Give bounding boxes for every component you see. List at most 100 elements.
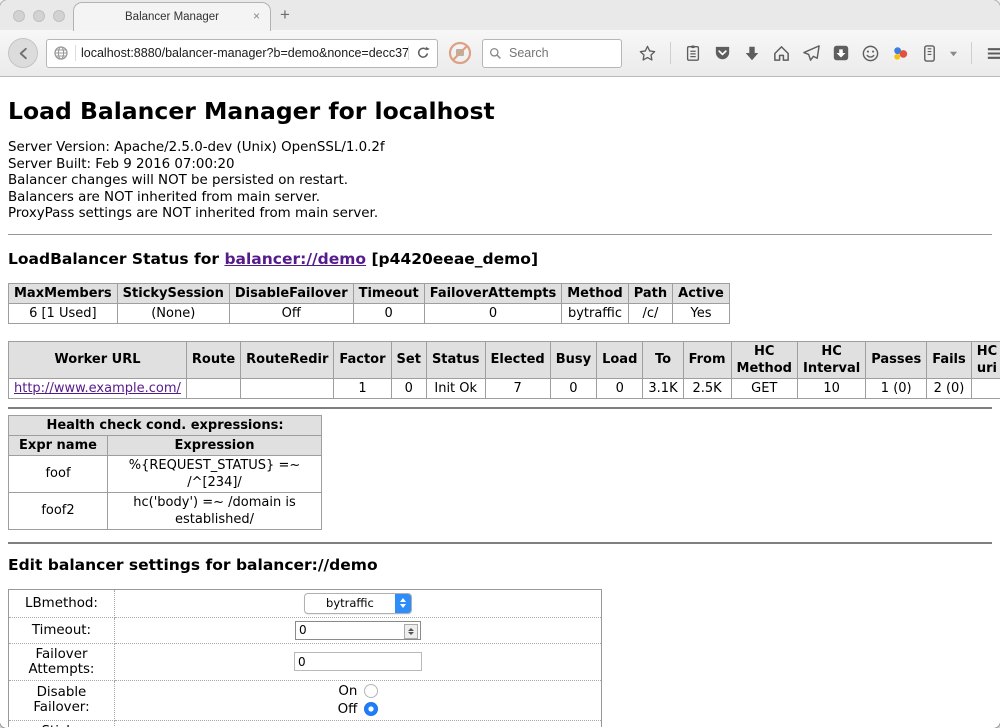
col-load: Load [597, 341, 643, 378]
balancer-demo-link[interactable]: balancer://demo [224, 250, 366, 268]
url-bar[interactable]: localhost:8880/balancer-manager?b=demo&n… [46, 39, 438, 68]
persist-warning-line: Balancer changes will NOT be persisted o… [8, 173, 992, 190]
cell-disablefailover: Off [229, 303, 353, 323]
minimize-window-button[interactable] [33, 10, 45, 22]
server-version-line: Server Version: Apache/2.5.0-dev (Unix) … [8, 140, 992, 157]
window-controls[interactable] [13, 10, 65, 22]
col-active: Active [673, 283, 730, 303]
worker-url-link[interactable]: http://www.example.com/ [14, 381, 181, 396]
radio-on-label: On [338, 684, 357, 699]
table-row: 6 [1 Used] (None) Off 0 0 bytraffic /c/ … [9, 303, 730, 323]
col-to: To [643, 341, 683, 378]
cell-hc-interval: 10 [797, 378, 865, 398]
device-battery-icon[interactable] [921, 44, 938, 63]
cell-status: Init Ok [426, 378, 485, 398]
menu-hamburger-icon[interactable] [985, 44, 1000, 63]
disable-failover-on-radio[interactable] [364, 684, 378, 698]
zoom-window-button[interactable] [53, 10, 65, 22]
edit-balancer-form: LBmethod: bytraffic Timeout: [8, 589, 602, 727]
edit-balancer-heading: Edit balancer settings for balancer://de… [8, 556, 992, 574]
downloads-arrow-icon[interactable] [743, 44, 761, 62]
radio-off-label: Off [338, 702, 358, 717]
toolbar-buttons [638, 42, 1000, 64]
page-content: Load Balancer Manager for localhost Serv… [0, 77, 1000, 727]
dropdown-caret-icon[interactable] [949, 49, 958, 58]
cell-set: 0 [391, 378, 426, 398]
screenshot-download-icon[interactable] [832, 44, 850, 62]
cell-factor: 1 [334, 378, 391, 398]
bookmark-star-icon[interactable] [638, 44, 657, 63]
col-set: Set [391, 341, 426, 378]
worker-row: http://www.example.com/ 1 0 Init Ok 7 0 … [9, 378, 1000, 398]
send-plane-icon[interactable] [802, 44, 821, 63]
cell-maxmembers: 6 [1 Used] [9, 303, 118, 323]
lbmethod-select[interactable]: bytraffic [304, 593, 412, 614]
pocket-icon[interactable] [713, 44, 732, 63]
col-factor: Factor [334, 341, 391, 378]
server-built-line: Server Built: Feb 9 2016 07:00:20 [8, 157, 992, 174]
site-identity-globe-icon[interactable] [47, 45, 76, 61]
search-bar[interactable] [482, 39, 622, 68]
close-tab-icon[interactable]: × [253, 9, 260, 23]
cell-elected: 7 [485, 378, 550, 398]
cell-expr-name: foof2 [9, 492, 108, 529]
health-expr-row: foof2 hc('body') =~ /domain is establish… [9, 492, 322, 529]
col-expr-name: Expr name [9, 435, 108, 455]
inherit-warning-line: Balancers are NOT inherited from main se… [8, 190, 992, 207]
search-input[interactable] [507, 45, 611, 61]
feedback-smiley-icon[interactable] [861, 44, 880, 63]
col-routeredir: RouteRedir [241, 341, 334, 378]
cell-hc-uri [971, 378, 1000, 398]
cell-expression: %{REQUEST_STATUS} =~ /^[234]/ [108, 455, 322, 492]
form-row-disable-failover: Disable Failover: On Off [9, 680, 602, 720]
col-busy: Busy [550, 341, 596, 378]
colored-dots-addon-icon[interactable] [891, 44, 910, 63]
table-header-row: Expr name Expression [9, 435, 322, 455]
col-hc-interval: HC Interval [797, 341, 865, 378]
cell-stickysession: (None) [117, 303, 229, 323]
failover-attempts-input[interactable] [294, 652, 422, 671]
timeout-input[interactable] [295, 621, 421, 640]
worker-status-table: Worker URL Route RouteRedir Factor Set S… [8, 341, 1000, 399]
server-info: Server Version: Apache/2.5.0-dev (Unix) … [8, 140, 992, 223]
close-window-button[interactable] [13, 10, 25, 22]
content-blocked-badge-icon[interactable] [448, 41, 472, 65]
cell-to: 3.1K [643, 378, 683, 398]
cell-path: /c/ [628, 303, 672, 323]
cell-load: 0 [597, 378, 643, 398]
form-row-sticky-session: Sticky Session: (Use '-' to delete) [9, 720, 602, 727]
cell-active: Yes [673, 303, 730, 323]
reading-list-icon[interactable] [684, 44, 702, 62]
status-heading-prefix: LoadBalancer Status for [8, 250, 224, 268]
new-tab-button[interactable]: + [280, 5, 290, 25]
disable-failover-off-radio[interactable] [364, 702, 378, 716]
tab-strip: Balancer Manager × + [0, 0, 1000, 30]
col-expression: Expression [108, 435, 322, 455]
col-failoverattempts: FailoverAttempts [424, 283, 562, 303]
back-button[interactable] [8, 38, 38, 68]
proxypass-warning-line: ProxyPass settings are NOT inherited fro… [8, 206, 992, 223]
form-row-failover-attempts: Failover Attempts: [9, 643, 602, 680]
tab-balancer-manager[interactable]: Balancer Manager × [73, 2, 271, 31]
cell-hc-method: GET [731, 378, 797, 398]
col-route: Route [186, 341, 240, 378]
url-text[interactable]: localhost:8880/balancer-manager?b=demo&n… [76, 46, 408, 60]
col-status: Status [426, 341, 485, 378]
failover-attempts-label: Failover Attempts: [9, 643, 115, 680]
col-disablefailover: DisableFailover [229, 283, 353, 303]
cell-expression: hc('body') =~ /domain is established/ [108, 492, 322, 529]
cell-from: 2.5K [683, 378, 731, 398]
cell-method: bytraffic [562, 303, 628, 323]
toolbar-separator [670, 42, 671, 64]
cell-expr-name: foof [9, 455, 108, 492]
cell-failoverattempts: 0 [424, 303, 562, 323]
disable-failover-label: Disable Failover: [9, 680, 115, 720]
cell-passes: 1 (0) [866, 378, 927, 398]
reload-button[interactable] [408, 46, 437, 60]
home-icon[interactable] [772, 44, 791, 63]
health-check-table: Health check cond. expressions: Expr nam… [8, 415, 322, 530]
section-divider [8, 234, 992, 235]
number-spinner-icon[interactable] [404, 624, 418, 639]
health-expr-row: foof %{REQUEST_STATUS} =~ /^[234]/ [9, 455, 322, 492]
section-divider [8, 407, 992, 409]
